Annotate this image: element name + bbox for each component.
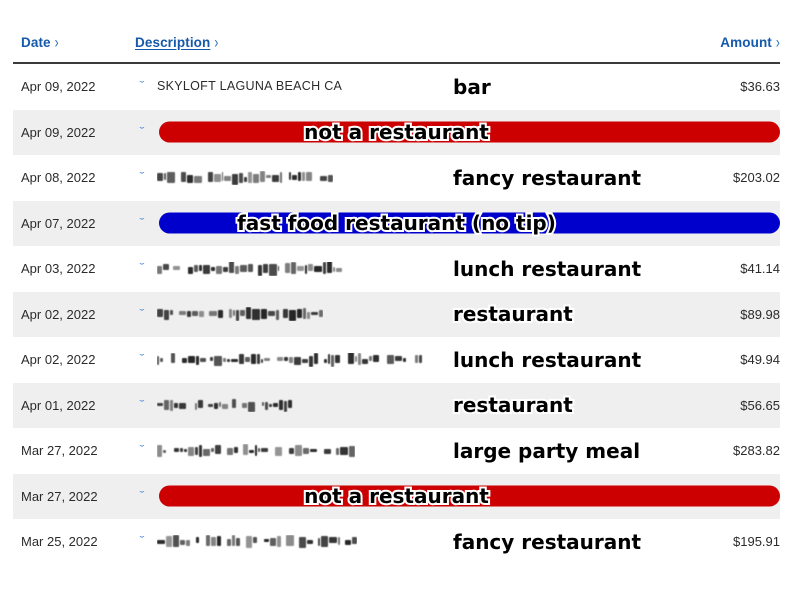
table-row[interactable]: Apr 02, 2022 ˇ $89.98 restaurant bbox=[13, 291, 780, 338]
table-row[interactable]: Apr 09, 2022 ˇ not a restaurant bbox=[13, 109, 780, 155]
sort-chevron-icon: › bbox=[775, 32, 780, 52]
table-header-row: Date › Description › Amount › bbox=[13, 0, 780, 64]
chevron-down-icon[interactable]: ˇ bbox=[133, 292, 152, 338]
chevron-down-icon[interactable]: ˇ bbox=[133, 155, 152, 201]
column-header-amount[interactable]: Amount › bbox=[720, 32, 780, 52]
annotation-label: lunch restaurant bbox=[451, 347, 643, 372]
column-header-amount-label: Amount bbox=[720, 35, 772, 50]
table-row[interactable]: Apr 09, 2022 ˇ SKYLOFT LAGUNA BEACH CA $36.… bbox=[13, 64, 780, 110]
transactions-table: Date › Description › Amount › Apr 09, 2022 ˇ… bbox=[0, 0, 800, 592]
cell-description: SKYLOFT LAGUNA BEACH CA bbox=[157, 79, 343, 93]
table-row[interactable]: Apr 01, 2022 ˇ $56.65 restaurant bbox=[13, 382, 780, 429]
annotation-label: fast food restaurant (no tip) bbox=[235, 211, 558, 236]
annotation-label: fancy restaurant bbox=[451, 165, 643, 190]
chevron-down-icon[interactable]: ˇ bbox=[133, 428, 152, 474]
redacted-description bbox=[157, 534, 357, 549]
cell-amount: $283.82 bbox=[733, 443, 780, 458]
cell-date: Apr 01, 2022 bbox=[21, 397, 96, 413]
cell-date: Apr 02, 2022 bbox=[21, 352, 96, 367]
cell-date: Apr 03, 2022 bbox=[21, 261, 96, 276]
annotation-label: bar bbox=[451, 74, 493, 99]
redacted-description bbox=[157, 398, 297, 412]
annotation-label: restaurant bbox=[451, 393, 575, 418]
cell-amount: $203.02 bbox=[733, 170, 780, 185]
annotation-label: large party meal bbox=[451, 438, 642, 463]
cell-amount: $195.91 bbox=[733, 534, 780, 549]
cell-date: Apr 02, 2022 bbox=[21, 306, 96, 322]
cell-amount: $36.63 bbox=[740, 79, 780, 94]
column-header-description[interactable]: Description › bbox=[135, 32, 219, 52]
chevron-down-icon[interactable]: ˇ bbox=[133, 64, 152, 110]
chevron-down-icon[interactable]: ˇ bbox=[133, 337, 152, 383]
table-row[interactable]: Apr 08, 2022 ˇ $203.02 fancy restaurant bbox=[13, 155, 780, 201]
sort-chevron-icon: › bbox=[54, 32, 59, 52]
table-row[interactable]: Mar 25, 2022 ˇ $195.91 fancy restaurant bbox=[13, 519, 780, 565]
table-body: Apr 09, 2022 ˇ SKYLOFT LAGUNA BEACH CA $36.… bbox=[0, 64, 800, 565]
cell-amount: $89.98 bbox=[740, 306, 780, 322]
cell-amount: $56.65 bbox=[740, 397, 780, 413]
chevron-down-icon[interactable]: ˇ bbox=[133, 519, 152, 565]
table-row[interactable]: Apr 02, 2022 ˇ $49.94 lunch restaurant bbox=[13, 337, 780, 383]
table-row[interactable]: Mar 27, 2022 ˇ not a restaurant bbox=[13, 473, 780, 519]
annotation-label: restaurant bbox=[451, 302, 575, 327]
chevron-down-icon[interactable]: ˇ bbox=[133, 383, 152, 429]
redacted-description bbox=[157, 171, 333, 185]
cell-date: Apr 09, 2022 bbox=[21, 79, 96, 94]
cell-amount: $49.94 bbox=[740, 352, 780, 367]
cell-date: Apr 08, 2022 bbox=[21, 170, 96, 185]
column-header-date-label: Date bbox=[21, 35, 51, 50]
annotation-label: not a restaurant bbox=[302, 484, 491, 509]
table-row[interactable]: Mar 27, 2022 ˇ $283.82 large party meal bbox=[13, 428, 780, 474]
redacted-description bbox=[157, 261, 347, 276]
cell-amount: $41.14 bbox=[740, 261, 780, 276]
annotation-label: lunch restaurant bbox=[451, 256, 643, 281]
chevron-down-icon[interactable]: ˇ bbox=[133, 246, 152, 292]
annotation-label: not a restaurant bbox=[302, 120, 491, 145]
column-header-description-label: Description bbox=[135, 35, 211, 50]
column-header-date[interactable]: Date › bbox=[21, 32, 59, 52]
redacted-description bbox=[157, 307, 323, 321]
redacted-description bbox=[157, 443, 355, 458]
redacted-description bbox=[157, 352, 429, 367]
sort-chevron-icon: › bbox=[214, 32, 219, 52]
cell-date: Mar 25, 2022 bbox=[21, 534, 98, 549]
table-row[interactable]: Apr 07, 2022 ˇ fast food restaurant (no ti… bbox=[13, 200, 780, 246]
table-row[interactable]: Apr 03, 2022 ˇ $41.14 lunch restaurant bbox=[13, 246, 780, 292]
annotation-label: fancy restaurant bbox=[451, 529, 643, 554]
cell-date: Mar 27, 2022 bbox=[21, 443, 98, 458]
